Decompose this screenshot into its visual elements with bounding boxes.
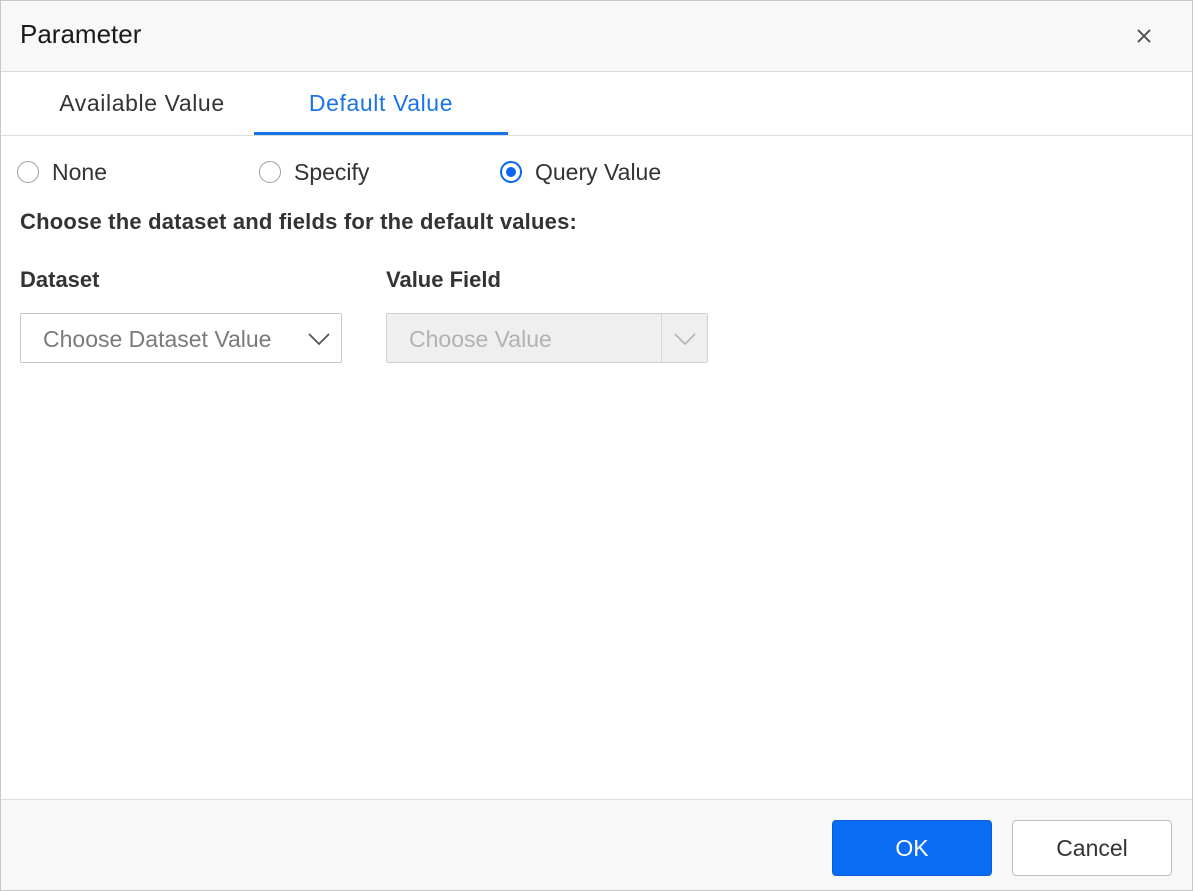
tab-bar: Available Value Default Value: [1, 72, 1192, 136]
dialog-title: Parameter: [20, 19, 142, 49]
radio-specify[interactable]: Specify: [259, 155, 369, 189]
radio-label: None: [52, 158, 107, 185]
cancel-button[interactable]: Cancel: [1012, 820, 1172, 876]
instruction-text: Choose the dataset and fields for the de…: [20, 209, 578, 234]
radio-query-value[interactable]: Query Value: [500, 155, 661, 189]
dataset-label: Dataset: [20, 267, 100, 292]
dataset-dropdown[interactable]: Choose Dataset Value: [20, 313, 342, 363]
radio-checked-icon: [500, 161, 522, 183]
dropdown-separator: [661, 314, 662, 362]
radio-circle-icon: [259, 161, 281, 183]
dialog-header: Parameter: [1, 1, 1192, 72]
chevron-down-icon: [308, 333, 330, 346]
radio-label: Query Value: [535, 158, 662, 185]
close-icon[interactable]: [1131, 23, 1157, 49]
dataset-dropdown-placeholder: Choose Dataset Value: [43, 326, 272, 352]
tab-default-value[interactable]: Default Value: [254, 72, 508, 135]
tab-available-value[interactable]: Available Value: [31, 72, 253, 135]
value-field-dropdown: Choose Value: [386, 313, 708, 363]
radio-label: Specify: [294, 158, 370, 185]
parameter-dialog: Parameter Available Value Default Value …: [0, 0, 1193, 891]
ok-button[interactable]: OK: [832, 820, 992, 876]
radio-circle-icon: [17, 161, 39, 183]
chevron-down-icon: [674, 333, 696, 346]
radio-none[interactable]: None: [17, 155, 107, 189]
value-field-label: Value Field: [386, 267, 501, 292]
value-field-dropdown-placeholder: Choose Value: [409, 326, 552, 352]
dialog-footer: OK Cancel: [1, 799, 1192, 890]
